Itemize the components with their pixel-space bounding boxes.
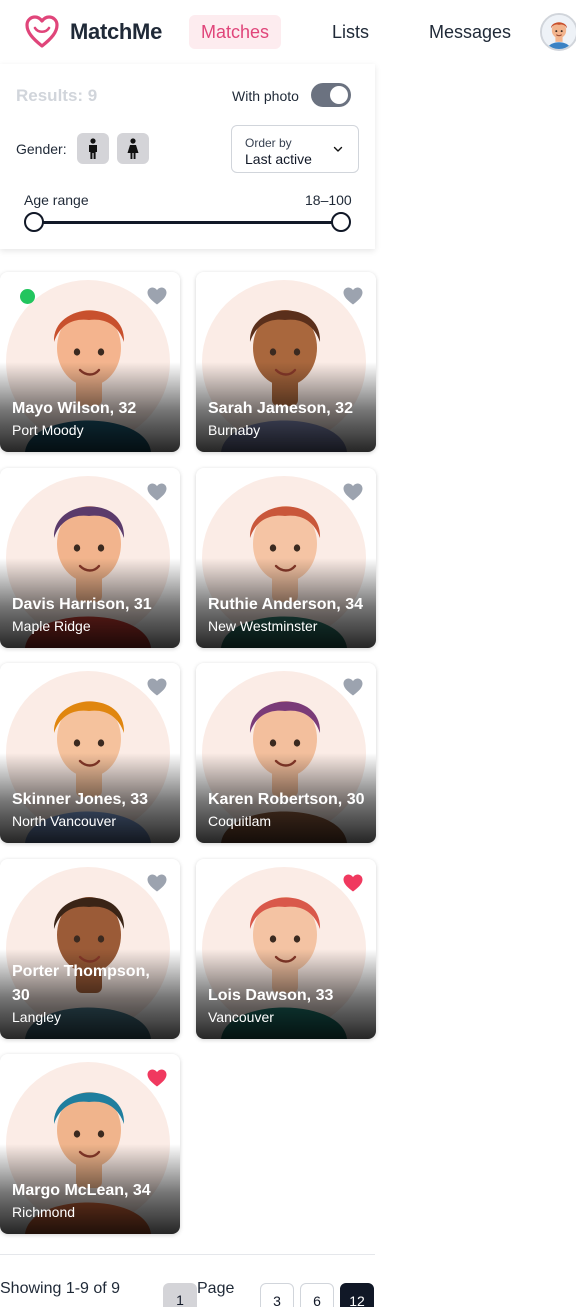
nav-lists[interactable]: Lists: [320, 15, 381, 49]
brand-name: MatchMe: [70, 19, 163, 44]
heart-logo-icon: [25, 15, 59, 48]
chevron-down-icon: [333, 146, 343, 152]
profile-info: Ruthie Anderson, 34 New Westminster: [208, 593, 368, 635]
page-current[interactable]: 1: [163, 1283, 197, 1307]
gender-male-button[interactable]: [77, 133, 109, 164]
age-min-handle[interactable]: [24, 212, 44, 232]
divider: [0, 1254, 375, 1255]
order-by-value: Last active: [245, 151, 312, 167]
order-by-select[interactable]: Order by Last active: [231, 125, 359, 173]
favorite-heart-icon[interactable]: [147, 678, 167, 696]
profile-card[interactable]: Margo McLean, 34 Richmond: [0, 1054, 180, 1234]
favorite-heart-icon[interactable]: [343, 483, 363, 501]
favorite-heart-icon[interactable]: [147, 1069, 167, 1087]
top-navbar: MatchMe Matches Lists Messages: [0, 0, 576, 64]
profile-card[interactable]: Porter Thompson, 30 Langley: [0, 859, 180, 1039]
profile-name: Mayo Wilson, 32: [12, 400, 137, 417]
online-status-dot: [20, 289, 35, 304]
gender-label: Gender:: [16, 141, 67, 157]
profile-info: Margo McLean, 34 Richmond: [12, 1179, 172, 1221]
profile-card[interactable]: Karen Robertson, 30 Coquitlam: [196, 663, 376, 843]
profile-name: Ruthie Anderson, 34: [208, 596, 363, 613]
favorite-heart-icon[interactable]: [343, 874, 363, 892]
nav-matches[interactable]: Matches: [189, 15, 282, 49]
page-label: Page: [197, 1280, 235, 1297]
female-icon: [127, 137, 139, 159]
profile-city: Richmond: [12, 1204, 76, 1220]
profile-city: Langley: [12, 1009, 62, 1025]
profile-city: Burnaby: [208, 422, 261, 438]
brand-logo[interactable]: MatchMe: [24, 14, 162, 50]
profile-city: Coquitlam: [208, 813, 272, 829]
gender-female-button[interactable]: [117, 133, 149, 164]
with-photo-toggle[interactable]: [311, 83, 351, 107]
user-avatar[interactable]: [540, 13, 576, 51]
profile-city: North Vancouver: [12, 813, 117, 829]
profile-city: Maple Ridge: [12, 618, 91, 634]
nav-messages[interactable]: Messages: [417, 15, 523, 49]
profile-name: Lois Dawson, 33: [208, 987, 334, 1004]
profile-name: Porter Thompson, 30: [12, 963, 150, 1004]
profile-card[interactable]: Skinner Jones, 33 North Vancouver: [0, 663, 180, 843]
profile-card[interactable]: Sarah Jameson, 32 Burnaby: [196, 272, 376, 452]
filter-panel: Results: 9 With photo Gender: Order by L…: [0, 64, 375, 249]
results-count: Results: 9: [16, 86, 98, 105]
age-max-handle[interactable]: [331, 212, 351, 232]
profile-info: Davis Harrison, 31 Maple Ridge: [12, 593, 172, 635]
age-range-label: Age range: [24, 192, 89, 208]
profile-card[interactable]: Lois Dawson, 33 Vancouver: [196, 859, 376, 1039]
profile-info: Skinner Jones, 33 North Vancouver: [12, 788, 172, 830]
favorite-heart-icon[interactable]: [343, 678, 363, 696]
profile-name: Skinner Jones, 33: [12, 791, 149, 808]
profile-card[interactable]: Davis Harrison, 31 Maple Ridge: [0, 468, 180, 648]
page-button-12[interactable]: 12: [340, 1283, 374, 1307]
profile-info: Karen Robertson, 30 Coquitlam: [208, 788, 368, 830]
profile-info: Mayo Wilson, 32 Port Moody: [12, 397, 172, 439]
user-avatar-icon: [542, 15, 576, 49]
favorite-heart-icon[interactable]: [147, 874, 167, 892]
toggle-knob: [330, 86, 348, 104]
profile-info: Porter Thompson, 30 Langley: [12, 960, 172, 1026]
profile-name: Margo McLean, 34: [12, 1182, 151, 1199]
profile-info: Lois Dawson, 33 Vancouver: [208, 984, 368, 1026]
profile-card[interactable]: Mayo Wilson, 32 Port Moody: [0, 272, 180, 452]
profile-card[interactable]: Ruthie Anderson, 34 New Westminster: [196, 468, 376, 648]
favorite-heart-icon[interactable]: [147, 287, 167, 305]
male-icon: [89, 137, 97, 159]
profile-name: Karen Robertson, 30: [208, 791, 365, 808]
profile-city: Port Moody: [12, 422, 84, 438]
age-range-value: 18–100: [305, 192, 352, 208]
profile-city: New Westminster: [208, 618, 318, 634]
with-photo-label: With photo: [232, 88, 299, 104]
profile-info: Sarah Jameson, 32 Burnaby: [208, 397, 368, 439]
page-button-3[interactable]: 3: [260, 1283, 294, 1307]
age-range-track[interactable]: [34, 221, 341, 224]
profile-name: Davis Harrison, 31: [12, 596, 152, 613]
order-by-label: Order by: [245, 136, 292, 150]
page-button-6[interactable]: 6: [300, 1283, 334, 1307]
results-summary: Showing 1-9 of 9: [0, 1280, 121, 1297]
favorite-heart-icon[interactable]: [147, 483, 167, 501]
favorite-heart-icon[interactable]: [343, 287, 363, 305]
profile-name: Sarah Jameson, 32: [208, 400, 353, 417]
profile-city: Vancouver: [208, 1009, 274, 1025]
